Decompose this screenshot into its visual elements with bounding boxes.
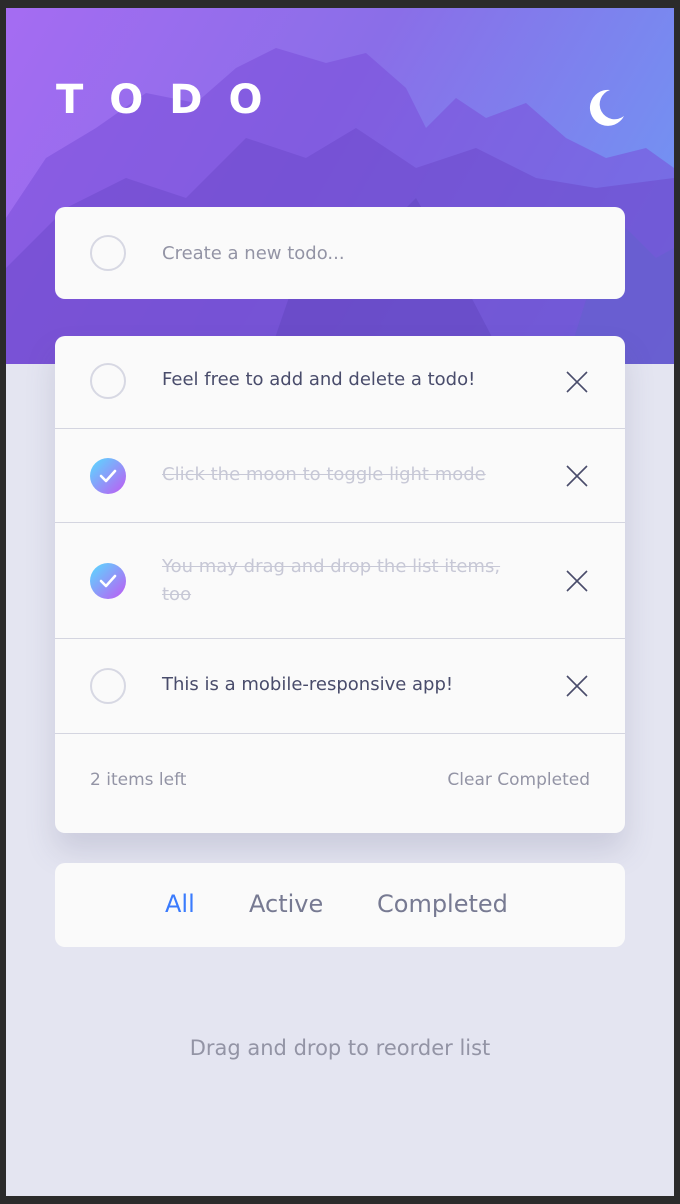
- clear-completed-button[interactable]: Clear Completed: [447, 768, 590, 792]
- filter-completed[interactable]: Completed: [377, 889, 508, 919]
- app-title: TODO: [56, 77, 289, 123]
- close-icon[interactable]: [565, 674, 589, 698]
- new-todo-checkbox[interactable]: [90, 235, 126, 271]
- new-todo-input[interactable]: [162, 235, 582, 271]
- todo-list: Feel free to add and delete a todo! Clic…: [55, 336, 625, 833]
- todo-item[interactable]: You may drag and drop the list items, to…: [55, 523, 625, 639]
- todo-checkbox[interactable]: [90, 363, 126, 399]
- header-background-image: TODO: [6, 8, 674, 364]
- items-left-count: 2 items left: [90, 770, 187, 790]
- new-todo-card: [55, 207, 625, 299]
- mountain-illustration: [6, 48, 674, 364]
- todo-text: This is a mobile-responsive app!: [162, 674, 454, 695]
- close-icon[interactable]: [565, 569, 589, 593]
- moon-icon[interactable]: [584, 86, 628, 130]
- todo-item[interactable]: Click the moon to toggle light mode: [55, 429, 625, 523]
- todo-text: You may drag and drop the list items, to…: [162, 556, 501, 605]
- todo-checkbox[interactable]: [90, 668, 126, 704]
- todo-app: TODO Feel free to add and delete a todo!…: [6, 8, 674, 1196]
- todo-text: Click the moon to toggle light mode: [162, 464, 486, 485]
- close-icon[interactable]: [565, 464, 589, 488]
- list-footer: 2 items left Clear Completed: [55, 734, 625, 833]
- todo-item[interactable]: Feel free to add and delete a todo!: [55, 336, 625, 429]
- filter-active[interactable]: Active: [249, 889, 323, 919]
- todo-item[interactable]: This is a mobile-responsive app!: [55, 639, 625, 734]
- check-icon: [99, 469, 117, 483]
- check-icon: [99, 574, 117, 588]
- todo-checkbox-checked[interactable]: [90, 458, 126, 494]
- close-icon[interactable]: [565, 370, 589, 394]
- todo-checkbox-checked[interactable]: [90, 563, 126, 599]
- filter-all[interactable]: All: [165, 889, 195, 919]
- todo-text: Feel free to add and delete a todo!: [162, 369, 476, 390]
- drag-hint: Drag and drop to reorder list: [189, 1036, 491, 1060]
- filter-bar: All Active Completed: [55, 863, 625, 947]
